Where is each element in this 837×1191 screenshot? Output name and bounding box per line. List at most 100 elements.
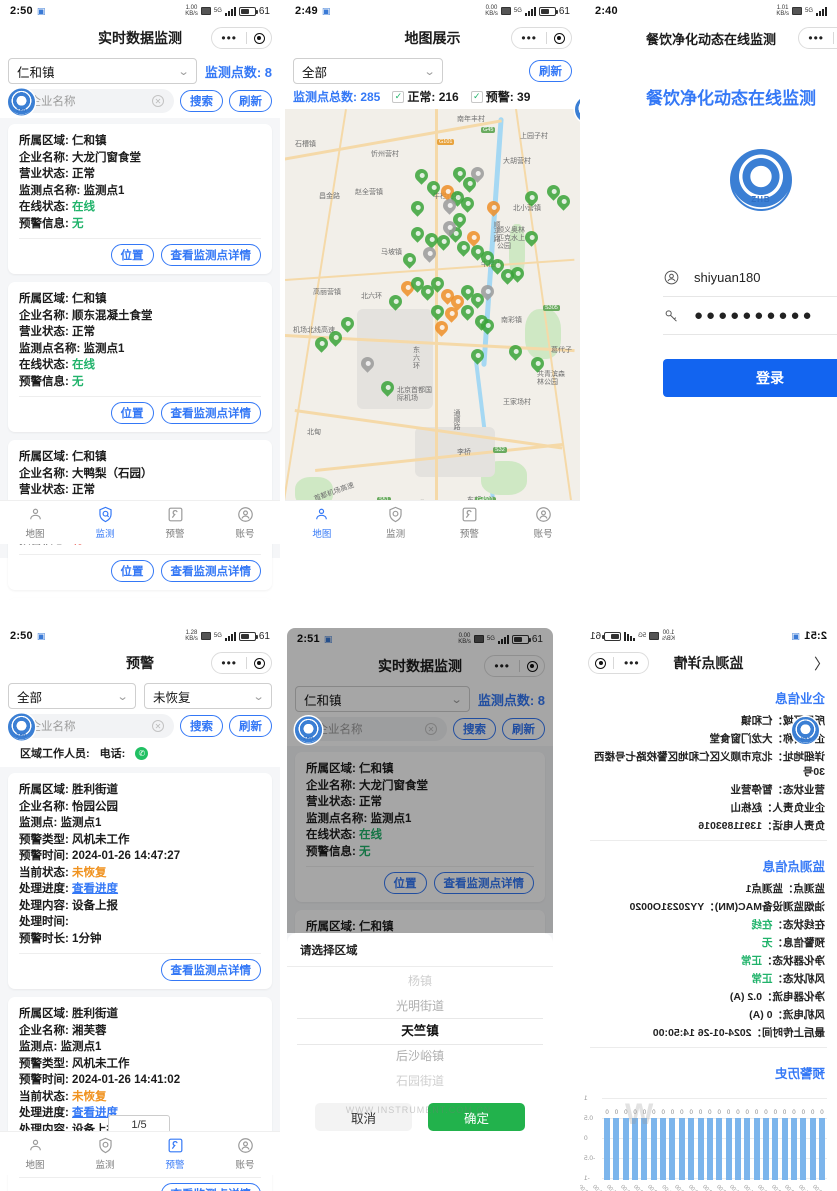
card-content: 处理内容: 设备上报 [19, 899, 119, 912]
map-marker-normal[interactable] [386, 292, 405, 311]
map-label: 南年丰村 [457, 116, 485, 123]
tab-warning[interactable]: 预警 [140, 1136, 210, 1171]
zhb-seal-watermark [8, 88, 35, 116]
detail-row: 营业状态：暂停营业 [730, 783, 826, 796]
page-title: 预警 [126, 655, 154, 671]
battery-icon [538, 6, 558, 16]
view-detail-button[interactable]: 查看监测点详情 [160, 560, 261, 582]
map-pin-icon [316, 508, 328, 520]
view-detail-button[interactable]: 查看监测点详情 [160, 402, 261, 424]
region-select[interactable]: 全部 ⌄ [293, 58, 443, 84]
view-detail-button[interactable]: 查看监测点详情 [160, 959, 261, 981]
detail-row: 监测点：监测点1 [745, 882, 825, 895]
tab-map[interactable]: 地图 [285, 505, 359, 540]
tab-label: 预警 [165, 1160, 185, 1171]
password-field[interactable]: ●●●●●●●●●● [663, 297, 837, 335]
search-button[interactable]: 搜索 [180, 90, 223, 112]
card-online: 在线状态: 在线 [19, 359, 96, 371]
signal-icon [224, 6, 236, 16]
close-target-icon[interactable] [247, 657, 271, 669]
x-tick-label: 06:00 [728, 1184, 743, 1191]
username-field[interactable]: shiyuan180 [663, 259, 837, 297]
refresh-button[interactable]: 刷新 [229, 90, 272, 112]
back-icon[interactable]: 〈 [814, 653, 829, 674]
tab-label: 账号 [235, 1160, 255, 1171]
tab-map[interactable]: 地图 [0, 505, 70, 540]
map-marker-normal[interactable] [408, 198, 427, 217]
more-icon[interactable]: ••• [614, 656, 648, 670]
chart-bar: 0 [613, 1110, 620, 1180]
map-marker-normal[interactable] [400, 250, 419, 269]
miniprogram-capsule[interactable]: ••• [798, 27, 837, 49]
tab-warning[interactable]: 预警 [433, 505, 507, 540]
region-select[interactable]: 仁和镇 ⌄ [8, 58, 197, 84]
tab-warning[interactable]: 预警 [140, 505, 210, 540]
miniprogram-capsule[interactable]: ••• [211, 27, 272, 49]
shield-search-icon [98, 1137, 112, 1154]
tab-monitor[interactable]: 监测 [359, 505, 433, 540]
more-icon[interactable]: ••• [212, 657, 246, 669]
region-picker-wheel[interactable]: 杨镇 光明街道 天竺镇 后沙峪镇 石园街道 [287, 967, 553, 1095]
miniprogram-capsule[interactable]: ••• [588, 652, 649, 674]
tab-map[interactable]: 地图 [0, 1136, 70, 1171]
close-target-icon[interactable] [547, 32, 571, 44]
monitor-card[interactable]: 所属区域: 仁和镇 企业名称: 顺东混凝土食堂 营业状态: 正常 监测点名称: … [8, 282, 272, 432]
tab-monitor[interactable]: 监测 [70, 1136, 140, 1171]
picker-option[interactable]: 光明街道 [396, 994, 444, 1019]
card-region: 所属区域: 仁和镇 [19, 135, 107, 147]
warning-card[interactable]: 所属区域: 胜利街道 企业名称: 怡园公园 监测点: 监测点1 预警类型: 风机… [8, 773, 272, 989]
confirm-button[interactable]: 确定 [428, 1103, 525, 1131]
tab-monitor[interactable]: 监测 [70, 505, 140, 540]
map-canvas[interactable]: 石槽镇 南年丰村 上园子村 忻州营村 大胡营村 赵全营镇 牛栏山镇 北小营镇 昌… [285, 109, 580, 529]
x-tick-label: 17:00 [580, 1184, 592, 1191]
more-icon[interactable]: ••• [212, 32, 246, 44]
monitor-card[interactable]: 所属区域: 仁和镇 企业名称: 大鸭梨（石园） 营业状态: 正常 [8, 598, 272, 600]
status-filter-select[interactable]: 未恢复 ⌄ [144, 683, 272, 709]
clear-icon[interactable]: ✕ [152, 720, 164, 732]
miniprogram-capsule[interactable]: ••• [511, 27, 572, 49]
phone-label: 电话: [99, 748, 126, 760]
zhb-logo [730, 149, 792, 211]
picker-option[interactable]: 杨镇 [408, 969, 432, 994]
point-section-title: 监测点信息 [762, 860, 825, 874]
x-tick-label: 04:00 [756, 1184, 771, 1191]
monitor-card[interactable]: 所属区域: 仁和镇 企业名称: 大龙门窗食堂 营业状态: 正常 监测点名称: 监… [8, 124, 272, 274]
map-marker-warning[interactable] [484, 198, 503, 217]
picker-option[interactable]: 后沙峪镇 [396, 1044, 444, 1069]
close-target-icon[interactable] [589, 657, 613, 669]
tab-account[interactable]: 账号 [210, 505, 280, 540]
bar-value-label: 0 [661, 1110, 665, 1116]
view-progress-link[interactable]: 查看进度 [72, 883, 118, 895]
normal-filter-checkbox[interactable]: ✓ 正常: 216 [392, 88, 459, 105]
clear-icon[interactable]: ✕ [152, 95, 164, 107]
card-region: 所属区域: 仁和镇 [19, 451, 107, 463]
tab-account[interactable]: 账号 [506, 505, 580, 540]
search-button[interactable]: 搜索 [180, 715, 223, 737]
status-time: 2:50 [10, 5, 33, 17]
5g-icon: 5G [213, 7, 222, 14]
more-icon[interactable]: ••• [799, 32, 833, 44]
login-button[interactable]: 登录 [663, 359, 837, 397]
nav-bar: 餐饮净化动态在线监测 ••• [585, 22, 837, 54]
region-filter-select[interactable]: 全部 ⌄ [8, 683, 136, 709]
warning-filter-checkbox[interactable]: ✓ 预警: 39 [470, 88, 530, 105]
view-detail-button[interactable]: 查看监测点详情 [160, 244, 261, 266]
location-button[interactable]: 位置 [110, 402, 154, 424]
close-target-icon[interactable] [247, 32, 271, 44]
card-progress: 处理进度: 查看进度 [19, 883, 119, 895]
x-tick-label: 12:00 [646, 1184, 661, 1191]
more-icon[interactable]: ••• [512, 32, 546, 44]
tab-account[interactable]: 账号 [210, 1136, 280, 1171]
cancel-button[interactable]: 取消 [315, 1103, 412, 1131]
location-button[interactable]: 位置 [110, 244, 154, 266]
map-marker-normal[interactable] [338, 314, 357, 333]
phone-icon[interactable]: ✆ [135, 746, 149, 760]
miniprogram-capsule[interactable]: ••• [211, 652, 272, 674]
refresh-button[interactable]: 刷新 [229, 715, 272, 737]
dim-overlay[interactable] [287, 628, 553, 933]
picker-option-selected[interactable]: 天竺镇 [401, 1019, 439, 1044]
refresh-button[interactable]: 刷新 [529, 60, 572, 82]
view-detail-button[interactable]: 查看监测点详情 [160, 1183, 261, 1191]
picker-option[interactable]: 石园街道 [396, 1069, 444, 1094]
location-button[interactable]: 位置 [110, 560, 154, 582]
